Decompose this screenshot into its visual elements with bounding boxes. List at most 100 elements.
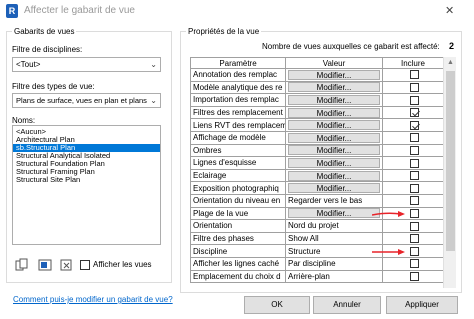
modify-button[interactable]: Modifier... xyxy=(288,170,380,181)
template-names-list[interactable]: <Aucun> Architectural Plan sb.Structural P… xyxy=(12,125,161,245)
include-checkbox[interactable] xyxy=(409,259,419,269)
value-cell: Modifier... xyxy=(285,93,383,107)
include-checkbox[interactable] xyxy=(409,234,419,244)
view-properties-group-title: Propriétés de la vue xyxy=(186,27,262,36)
apply-button[interactable]: Appliquer xyxy=(386,296,458,314)
table-row: Eclairage Modifier... xyxy=(190,168,444,183)
include-checkbox[interactable] xyxy=(409,120,419,130)
duplicate-icon[interactable] xyxy=(15,258,29,272)
column-header-parameter: Paramètre xyxy=(190,57,286,69)
value-cell: Modifier... xyxy=(285,130,383,145)
value-cell: Modifier... xyxy=(285,143,383,158)
chevron-down-icon: ⌄ xyxy=(150,60,157,69)
include-cell xyxy=(382,80,444,95)
table-row: Importation des remplac Modifier... xyxy=(190,93,444,107)
value-cell[interactable]: Show All xyxy=(285,231,383,246)
parameter-cell: Orientation du niveau en xyxy=(190,193,286,208)
value-cell[interactable]: Arrière-plan xyxy=(285,269,383,284)
include-cell xyxy=(382,256,444,271)
list-item[interactable]: Structural Site Plan xyxy=(13,176,160,184)
include-cell xyxy=(382,68,444,82)
modify-button[interactable]: Modifier... xyxy=(288,107,380,118)
modify-button[interactable]: Modifier... xyxy=(288,157,380,168)
parameter-cell: Eclairage xyxy=(190,168,286,183)
ok-button[interactable]: OK xyxy=(244,296,310,314)
modify-button[interactable]: Modifier... xyxy=(288,132,380,143)
parameter-cell: Plage de la vue xyxy=(190,206,286,221)
value-cell[interactable]: Regarder vers le bas xyxy=(285,193,383,208)
value-cell: Modifier... xyxy=(285,181,383,195)
column-header-include: Inclure xyxy=(382,57,444,69)
include-checkbox[interactable] xyxy=(409,146,419,156)
value-cell[interactable]: Structure xyxy=(285,244,383,258)
value-cell: Modifier... xyxy=(285,156,383,170)
include-checkbox[interactable] xyxy=(409,246,419,256)
view-type-filter-select[interactable]: Plans de surface, vues en plan et plans … xyxy=(12,93,161,108)
modify-button[interactable]: Modifier... xyxy=(288,145,380,156)
table-row: Filtre des phases Show All xyxy=(190,231,444,246)
scroll-up-icon[interactable]: ▲ xyxy=(447,59,454,66)
table-row: Exposition photographiq Modifier... xyxy=(190,181,444,195)
table-row: Liens RVT des remplacem Modifier... xyxy=(190,118,444,132)
cancel-button[interactable]: Annuler xyxy=(313,296,381,314)
rename-icon[interactable] xyxy=(38,258,52,272)
table-header-row: Paramètre Valeur Inclure xyxy=(190,57,444,69)
include-checkbox[interactable] xyxy=(409,83,419,93)
table-row: Ombres Modifier... xyxy=(190,143,444,158)
modify-button[interactable]: Modifier... xyxy=(288,69,380,80)
view-templates-group-title: Gabarits de vues xyxy=(12,27,77,36)
modify-button[interactable]: Modifier... xyxy=(288,82,380,93)
include-checkbox[interactable] xyxy=(409,209,419,219)
include-cell xyxy=(382,193,444,208)
modify-button[interactable]: Modifier... xyxy=(288,183,380,194)
parameter-cell: Filtre des phases xyxy=(190,231,286,246)
show-views-checkbox[interactable] xyxy=(80,260,90,270)
modify-button[interactable]: Modifier... xyxy=(288,208,380,219)
table-row: Orientation Nord du projet xyxy=(190,219,444,233)
include-checkbox[interactable] xyxy=(409,133,419,143)
scrollbar-thumb[interactable] xyxy=(446,71,455,251)
table-row: Annotation des remplac Modifier... xyxy=(190,68,444,82)
close-icon[interactable]: ✕ xyxy=(445,4,454,17)
discipline-filter-value: <Tout> xyxy=(16,60,41,69)
table-row: Lignes d'esquisse Modifier... xyxy=(190,156,444,170)
include-checkbox[interactable] xyxy=(409,95,419,105)
names-label: Noms: xyxy=(12,116,36,125)
value-cell: Modifier... xyxy=(285,168,383,183)
include-checkbox[interactable] xyxy=(409,158,419,168)
view-type-filter-label: Filtre des types de vue: xyxy=(12,82,95,91)
value-cell: Modifier... xyxy=(285,118,383,132)
include-checkbox[interactable] xyxy=(409,70,419,80)
table-row: Affichage de modèle Modifier... xyxy=(190,130,444,145)
include-cell xyxy=(382,118,444,132)
column-header-value: Valeur xyxy=(285,57,383,69)
discipline-filter-select[interactable]: <Tout> ⌄ xyxy=(12,57,161,72)
include-cell xyxy=(382,130,444,145)
value-cell[interactable]: Par discipline xyxy=(285,256,383,271)
parameter-cell: Exposition photographiq xyxy=(190,181,286,195)
modify-button[interactable]: Modifier... xyxy=(288,120,380,131)
value-cell: Modifier... xyxy=(285,206,383,221)
include-checkbox[interactable] xyxy=(409,171,419,181)
parameter-cell: Afficher les lignes caché xyxy=(190,256,286,271)
delete-icon[interactable] xyxy=(60,258,74,272)
include-checkbox[interactable] xyxy=(409,271,419,281)
include-cell xyxy=(382,269,444,284)
table-row: Modèle analytique des re Modifier... xyxy=(190,80,444,95)
include-checkbox[interactable] xyxy=(409,108,419,118)
table-row: Emplacement du choix d Arrière-plan xyxy=(190,269,444,284)
parameter-cell: Liens RVT des remplacem xyxy=(190,118,286,132)
assigned-views-count: 2 xyxy=(449,41,455,51)
include-checkbox[interactable] xyxy=(409,221,419,231)
parameter-cell: Importation des remplac xyxy=(190,93,286,107)
revit-app-icon: R xyxy=(6,4,18,18)
modify-button[interactable]: Modifier... xyxy=(288,94,380,105)
parameter-cell: Discipline xyxy=(190,244,286,258)
value-cell[interactable]: Nord du projet xyxy=(285,219,383,233)
include-checkbox[interactable] xyxy=(409,183,419,193)
table-scrollbar[interactable]: ▲ xyxy=(443,57,456,288)
include-checkbox[interactable] xyxy=(409,196,419,206)
red-annotation-arrow xyxy=(372,248,407,256)
help-link[interactable]: Comment puis-je modifier un gabarit de v… xyxy=(13,295,173,304)
parameter-cell: Affichage de modèle xyxy=(190,130,286,145)
